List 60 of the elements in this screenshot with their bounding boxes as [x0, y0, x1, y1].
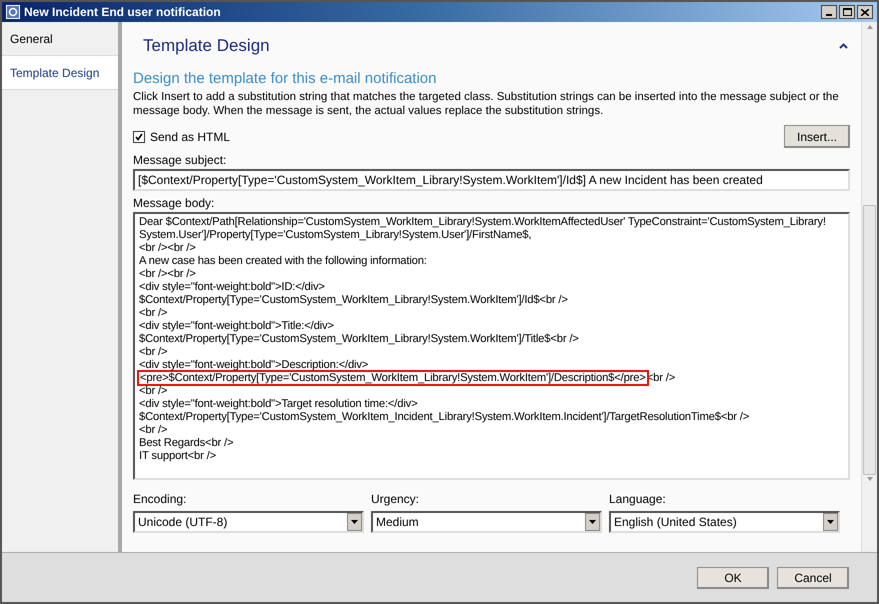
checkbox-label: Send as HTML — [150, 128, 230, 146]
body-line: <br /> — [139, 307, 168, 319]
body-line: A new case has been created with the following information: — [139, 255, 427, 267]
dropdown-value: Unicode (UTF-8) — [138, 514, 228, 531]
body-line: Best Regards<br /> — [139, 437, 234, 449]
scrollbar[interactable] — [861, 22, 877, 552]
checkmark-icon — [135, 132, 143, 140]
body-line: $Context/Property[Type='CustomSystem_WorkItem_Incident_Library!System.WorkItem.Incident']/TargetResolutionTime$<br /> — [139, 411, 750, 423]
dropdown-arrow-icon — [351, 520, 358, 524]
subject-field[interactable]: [$Context/Property[Type='CustomSystem_WorkItem_Library!System.WorkItem']/Id$] A new Incident has been created — [133, 169, 850, 191]
scrollbar-thumb[interactable] — [863, 205, 876, 475]
scroll-up-icon — [866, 25, 872, 29]
dropdown-label: Urgency: — [371, 491, 420, 508]
collapse-button[interactable] — [839, 43, 848, 49]
dropdown-button[interactable] — [347, 513, 362, 531]
body-line: <br /><br /> — [139, 268, 196, 280]
dialog-button[interactable]: Cancel — [777, 566, 849, 588]
body-line: <br /><br /> — [139, 242, 196, 254]
body-line: <div style="font-weight:bold">ID:</div> — [139, 281, 325, 293]
body-line: $Context/Property[Type='CustomSystem_WorkItem_Library!System.WorkItem']/Id$<br /> — [139, 294, 568, 306]
dropdown-label: Language: — [609, 491, 667, 508]
close-button[interactable] — [857, 5, 873, 19]
section-heading: Design the template for this e-mail notification — [133, 70, 438, 88]
close-icon — [861, 8, 869, 16]
body-line: $Context/Property[Type='CustomSystem_WorkItem_Library!System.WorkItem']/Title$<br /> — [139, 333, 579, 345]
section-title: Template Design — [143, 35, 271, 58]
body-line: Dear $Context/Path[Relationship='CustomSystem_WorkItem_Library!System.WorkItemAffectedUser' TypeConstraint='CustomSystem_Library! — [139, 216, 826, 228]
dropdown-value: Medium — [376, 514, 420, 531]
body-line: System.User']/Property[Type='CustomSystem_Library!System.User']/FirstName$, — [139, 229, 532, 241]
insert-button[interactable]: Insert... — [784, 125, 850, 148]
body-line: <div style="font-weight:bold">Title:</div> — [139, 320, 334, 332]
dropdown[interactable]: Medium — [371, 511, 602, 533]
dropdown-button[interactable] — [585, 513, 600, 531]
dialog-button[interactable]: OK — [697, 566, 769, 588]
field-label: Message subject: — [133, 152, 228, 169]
body-line: <div style="font-weight:bold">Target resolution time:</div> — [139, 398, 418, 410]
body-line: <br /> — [139, 385, 168, 397]
maximize-button[interactable] — [839, 5, 855, 19]
field-label: Message body: — [133, 195, 216, 212]
scroll-down-icon — [866, 477, 872, 481]
minimize-button[interactable] — [821, 5, 837, 19]
app-icon — [6, 5, 20, 19]
dropdown[interactable]: Unicode (UTF-8) — [133, 511, 364, 533]
sidebar-item[interactable]: Template Design — [2, 56, 118, 90]
dropdown[interactable]: English (United States) — [609, 511, 840, 533]
dropdown-label: Encoding: — [133, 491, 188, 508]
dropdown-arrow-icon — [589, 520, 596, 524]
body-line: IT support<br /> — [139, 450, 216, 462]
dropdown-value: English (United States) — [614, 514, 738, 531]
dropdown-arrow-icon — [827, 520, 834, 524]
chevron-up-icon — [839, 43, 848, 49]
highlighted-code-line: <pre>$Context/Property[Type='CustomSystem_WorkItem_Library!System.WorkItem']/Description$</pre> — [139, 372, 647, 384]
body-field[interactable] — [133, 212, 850, 480]
send-as-html-checkbox[interactable] — [133, 130, 145, 142]
body-line: <br /> — [139, 424, 168, 436]
window-title: New Incident End user notification — [24, 4, 222, 21]
description-text: Click Insert to add a substitution string that matches the targeted class. Substitution strings can be inserted into the message subject or the message body. When the message is sent, the actual values replace the substitution strings. — [133, 90, 840, 118]
dropdown-button[interactable] — [823, 513, 838, 531]
body-line: <div style="font-weight:bold">Description:</div> — [139, 359, 368, 371]
body-line: <br /> — [139, 346, 168, 358]
